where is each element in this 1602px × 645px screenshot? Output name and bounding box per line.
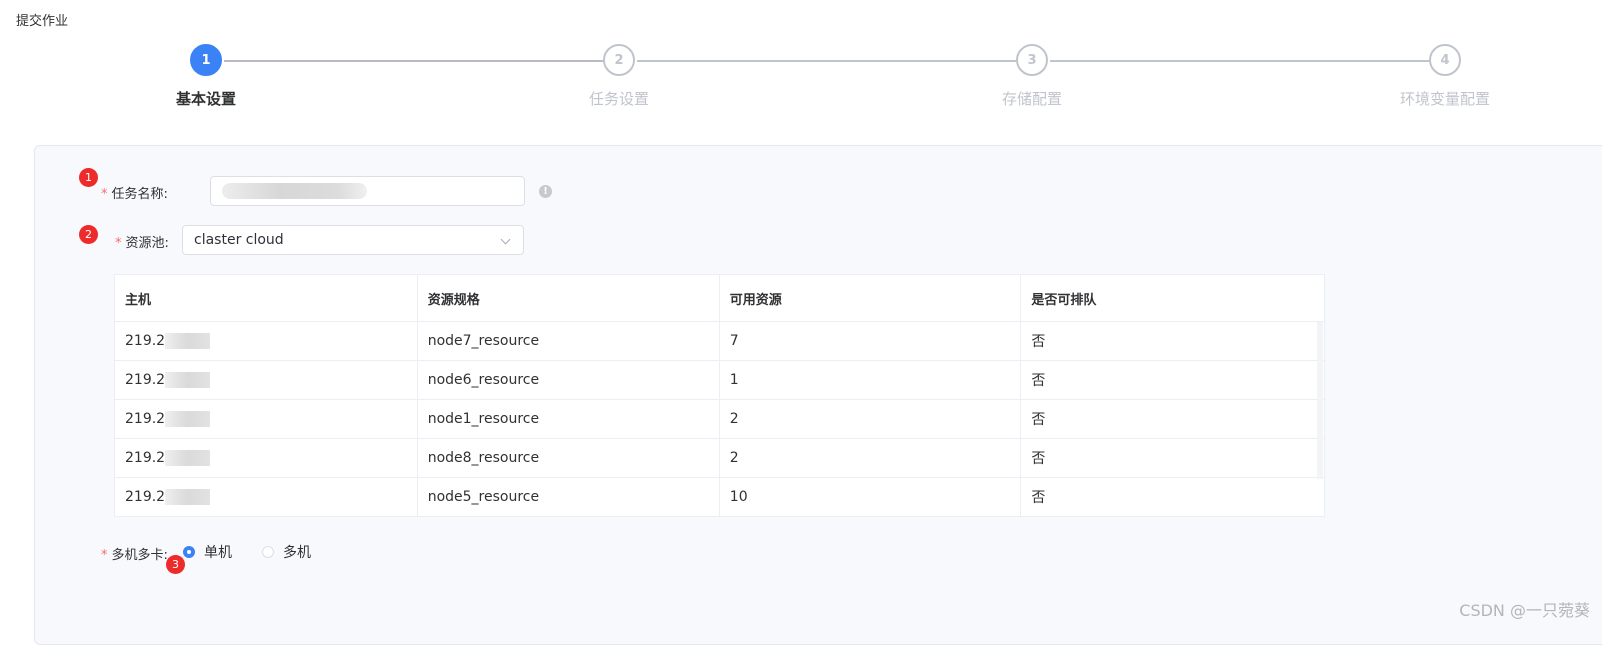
queueable-cell: 否 <box>1020 360 1325 400</box>
queueable-cell: 否 <box>1020 477 1325 517</box>
resource-pool-label-text: 资源池: <box>125 236 169 251</box>
column-header-spec[interactable]: 资源规格 <box>416 274 720 322</box>
step-3-label: 存储配置 <box>1001 90 1063 108</box>
multi-node-label-text: 多机多卡: <box>111 548 168 563</box>
step-4-indicator[interactable]: 4 <box>1429 44 1461 76</box>
page-title: 提交作业 <box>16 14 69 29</box>
table-row[interactable]: 219.2 node7_resource 7 否 <box>114 321 1325 361</box>
host-cell: 219.2 <box>114 321 418 361</box>
multi-node-label: * 多机多卡: <box>101 544 168 563</box>
resource-pool-label: * 资源池: <box>115 232 169 251</box>
spec-cell: node8_resource <box>416 438 720 478</box>
task-name-input[interactable] <box>210 176 525 206</box>
available-cell: 1 <box>718 360 1022 400</box>
resource-table: 主机 资源规格 可用资源 是否可排队 219.2 node7_resource … <box>114 274 1325 517</box>
required-mark: * <box>101 548 108 563</box>
table-row[interactable]: 219.2 node5_resource 10 否 <box>114 477 1325 517</box>
required-mark: * <box>115 236 122 251</box>
radio-single-node-label: 单机 <box>204 545 232 561</box>
required-mark: * <box>101 187 108 202</box>
table-row[interactable]: 219.2 node8_resource 2 否 <box>114 438 1325 478</box>
info-icon[interactable]: ! <box>539 185 552 198</box>
task-name-label-text: 任务名称: <box>111 187 168 202</box>
table-row[interactable]: 219.2 node6_resource 1 否 <box>114 360 1325 400</box>
available-cell: 10 <box>718 477 1022 517</box>
table-header-row: 主机 资源规格 可用资源 是否可排队 <box>114 274 1325 322</box>
step-connector <box>637 60 1017 62</box>
step-2-label: 任务设置 <box>588 90 650 108</box>
step-1-label: 基本设置 <box>175 90 237 108</box>
annotation-marker-2: 2 <box>79 225 98 244</box>
column-header-queueable[interactable]: 是否可排队 <box>1020 274 1325 322</box>
host-cell: 219.2 <box>114 438 418 478</box>
radio-multi-node-label: 多机 <box>283 545 311 561</box>
host-cell: 219.2 <box>114 399 418 439</box>
step-4-label: 环境变量配置 <box>1399 90 1491 108</box>
step-connector <box>1050 60 1430 62</box>
host-cell: 219.2 <box>114 477 418 517</box>
redacted-value <box>222 183 367 199</box>
spec-cell: node7_resource <box>416 321 720 361</box>
step-connector <box>224 60 604 62</box>
available-cell: 7 <box>718 321 1022 361</box>
radio-checked-icon <box>183 546 195 558</box>
redacted-value <box>165 333 210 349</box>
radio-single-node[interactable]: 单机 <box>183 542 232 562</box>
queueable-cell: 否 <box>1020 399 1325 439</box>
table-row[interactable]: 219.2 node1_resource 2 否 <box>114 399 1325 439</box>
host-cell: 219.2 <box>114 360 418 400</box>
redacted-value <box>165 411 210 427</box>
resource-pool-value: claster cloud <box>194 232 284 248</box>
redacted-value <box>165 489 210 505</box>
spec-cell: node6_resource <box>416 360 720 400</box>
queueable-cell: 否 <box>1020 321 1325 361</box>
spec-cell: node1_resource <box>416 399 720 439</box>
chevron-down-icon <box>500 234 511 245</box>
spec-cell: node5_resource <box>416 477 720 517</box>
table-scrollbar[interactable] <box>1317 322 1323 479</box>
annotation-marker-3: 3 <box>166 555 185 574</box>
form-panel: 1 * 任务名称: ! 2 * 资源池: claster cloud 主机 资源规格… <box>34 145 1602 645</box>
resource-pool-select[interactable]: claster cloud <box>182 225 524 255</box>
redacted-value <box>165 372 210 388</box>
available-cell: 2 <box>718 399 1022 439</box>
radio-multi-node[interactable]: 多机 <box>262 542 311 562</box>
watermark: CSDN @一只菀葵 <box>1459 601 1590 620</box>
column-header-host[interactable]: 主机 <box>114 274 418 322</box>
stepper: 1 2 3 4 基本设置 任务设置 存储配置 环境变量配置 <box>0 40 1602 120</box>
annotation-marker-1: 1 <box>79 168 98 187</box>
available-cell: 2 <box>718 438 1022 478</box>
column-header-available[interactable]: 可用资源 <box>718 274 1022 322</box>
queueable-cell: 否 <box>1020 438 1325 478</box>
step-2-indicator[interactable]: 2 <box>603 44 635 76</box>
task-name-label: * 任务名称: <box>101 183 168 202</box>
step-1-indicator[interactable]: 1 <box>190 44 222 76</box>
step-3-indicator[interactable]: 3 <box>1016 44 1048 76</box>
redacted-value <box>165 450 210 466</box>
radio-unchecked-icon <box>262 546 274 558</box>
